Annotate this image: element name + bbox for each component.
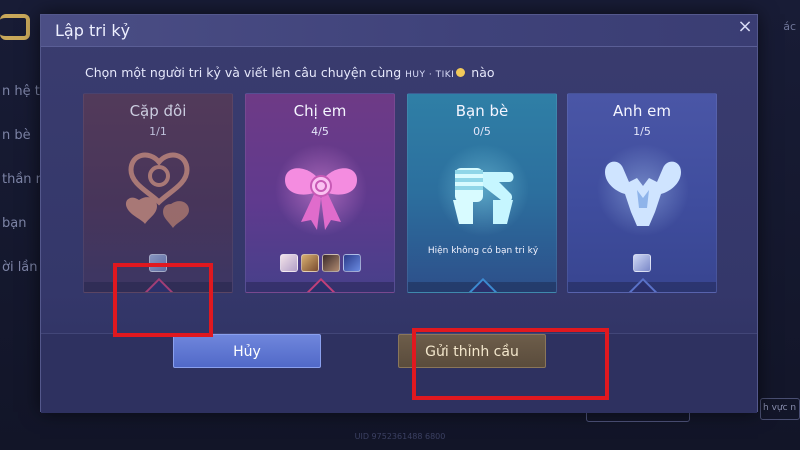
member-avatars [568, 254, 716, 272]
muscle-icon [597, 144, 689, 236]
member-avatars [246, 254, 394, 272]
card-title: Bạn bè [455, 102, 509, 120]
dialog-subtitle: Chọn một người tri kỷ và viết lên câu ch… [85, 65, 705, 80]
dialog-title-bar: Lập tri kỷ [41, 15, 757, 47]
subtitle-player-name: HUY · TIKI [405, 70, 455, 80]
member-avatar[interactable] [300, 254, 319, 272]
card-title: Anh em [613, 102, 671, 120]
subtitle-prefix: Chọn một người tri kỷ và viết lên câu ch… [85, 65, 406, 80]
member-avatar[interactable] [279, 254, 298, 272]
cancel-button[interactable]: Hủy [173, 334, 321, 368]
dialog-title: Lập tri kỷ [55, 21, 131, 40]
handshake-fist-icon [437, 144, 529, 236]
member-avatar[interactable] [633, 254, 651, 272]
coin-icon [456, 68, 466, 77]
card-title: Chị em [293, 102, 347, 120]
card-title: Cặp đôi [129, 102, 187, 120]
bow-icon [275, 144, 367, 236]
subtitle-suffix: nào [467, 65, 495, 80]
member-avatar[interactable] [342, 254, 361, 272]
relation-card-sisters[interactable]: Chị em 4/5 [245, 93, 395, 293]
relation-card-brothers[interactable]: Anh em 1/5 [567, 93, 717, 293]
game-logo [0, 14, 30, 40]
hearts-icon [125, 152, 190, 228]
background-right-button: h vực n [760, 398, 800, 420]
member-avatar[interactable] [321, 254, 340, 272]
card-count: 1/1 [149, 125, 167, 138]
empty-friend-note: Hiện không có bạn tri kỷ [427, 246, 539, 256]
card-count: 1/5 [633, 125, 651, 138]
close-icon[interactable]: × [732, 14, 758, 40]
background-uid: UID 9752361488 6800 [354, 432, 446, 441]
card-count: 4/5 [311, 125, 329, 138]
card-count: 0/5 [473, 125, 491, 138]
relation-card-friends[interactable]: Bạn bè 0/5 Hiện không có bạn tri kỷ [407, 93, 557, 293]
background-right-text: ác [783, 20, 796, 33]
highlight-box-send-button [412, 328, 609, 400]
highlight-box-couple-slot [113, 263, 213, 337]
